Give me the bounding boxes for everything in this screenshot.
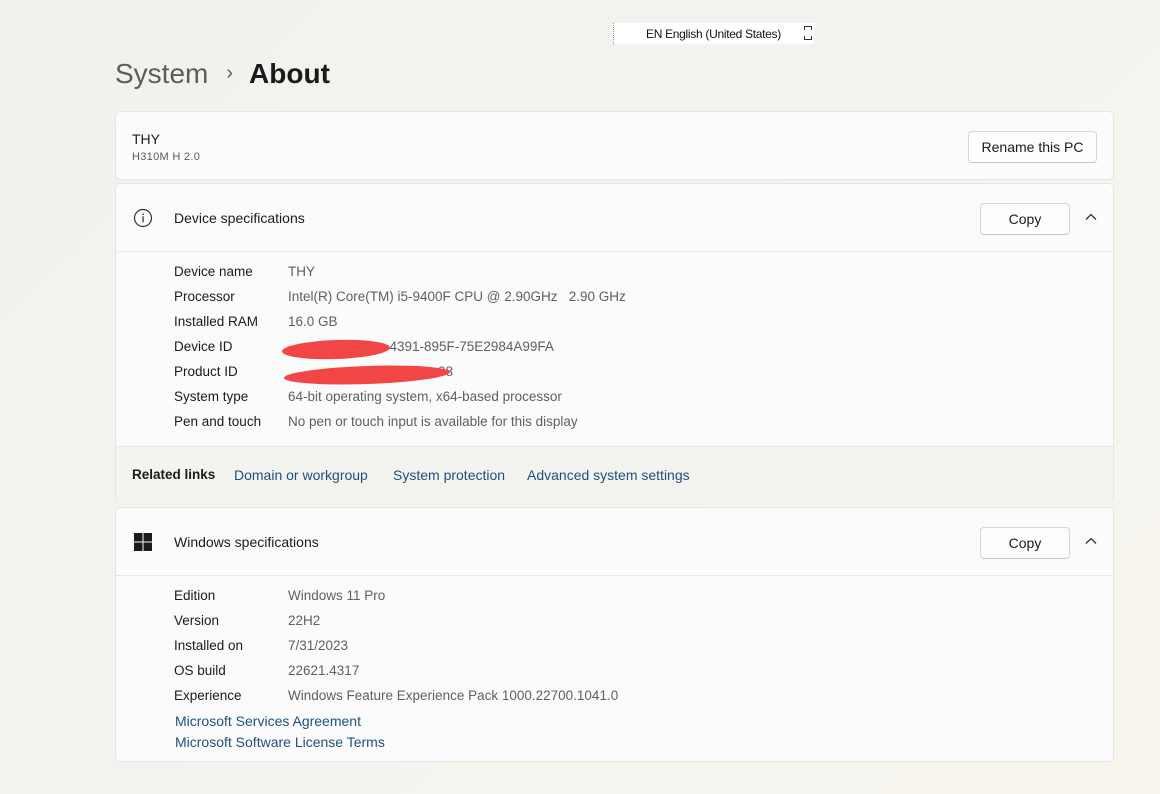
section-title: Device specifications (174, 210, 305, 226)
spec-label: Edition (174, 588, 216, 603)
spec-label: Installed RAM (174, 314, 259, 329)
windows-specifications-card: Windows specifications Copy Edition Wind… (115, 507, 1114, 762)
microsoft-services-agreement-link[interactable]: Microsoft Services Agreement (175, 713, 385, 734)
copy-device-specs-button[interactable]: Copy (980, 203, 1070, 235)
redaction-mark (281, 338, 391, 361)
spec-label: OS build (174, 663, 226, 678)
related-links-label: Related links (132, 467, 216, 482)
pc-model: H310M H 2.0 (132, 151, 201, 163)
spec-label: Device ID (174, 339, 233, 354)
spec-value: 7/31/2023 (288, 638, 349, 653)
pc-name-card: THY H310M H 2.0 Rename this PC (115, 111, 1114, 180)
chevron-up-icon[interactable] (1084, 534, 1098, 548)
chevron-up-icon[interactable] (1084, 210, 1098, 224)
windows-links: Microsoft Services Agreement Microsoft S… (175, 713, 385, 755)
device-specifications-header[interactable]: Device specifications Copy (116, 184, 1113, 252)
spec-value: THY (288, 264, 315, 279)
info-icon (133, 208, 153, 228)
spec-value: Intel(R) Core(TM) i5-9400F CPU @ 2.90GHz… (288, 289, 626, 304)
spec-label: Installed on (174, 638, 244, 653)
spec-label: Version (174, 613, 220, 628)
spec-label: Device name (174, 264, 253, 279)
pc-name: THY (132, 131, 160, 147)
language-label: EN English (United States) (646, 27, 781, 41)
windows-specifications-header[interactable]: Windows specifications Copy (116, 508, 1113, 576)
section-title: Windows specifications (174, 534, 319, 550)
breadcrumb: System › About (115, 58, 330, 90)
spec-value: 16.0 GB (288, 314, 338, 329)
domain-or-workgroup-link[interactable]: Domain or workgroup (234, 467, 368, 483)
chevron-right-icon: › (226, 61, 234, 84)
copy-windows-specs-button[interactable]: Copy (980, 527, 1070, 559)
spec-label: System type (174, 389, 249, 404)
spec-value: No pen or touch input is available for t… (288, 414, 578, 429)
device-specifications-card: Device specifications Copy Device name T… (115, 183, 1114, 503)
spec-value: Windows 11 Pro (288, 588, 386, 603)
microsoft-software-license-terms-link[interactable]: Microsoft Software License Terms (175, 734, 385, 755)
spec-value: -4391-895F-75E2984A99FA (385, 339, 554, 354)
spec-value: Windows Feature Experience Pack 1000.227… (288, 688, 619, 703)
page-title: About (249, 58, 330, 89)
spec-label: Product ID (174, 364, 238, 379)
windows-logo-icon (134, 533, 152, 551)
spec-label: Experience (174, 688, 242, 703)
expand-icon[interactable] (804, 26, 812, 40)
related-links: Related links Domain or workgroup System… (116, 446, 1113, 503)
language-indicator[interactable]: EN English (United States) (613, 23, 814, 44)
rename-pc-button[interactable]: Rename this PC (968, 131, 1097, 163)
advanced-system-settings-link[interactable]: Advanced system settings (527, 467, 690, 483)
spec-value: 22H2 (288, 613, 321, 628)
spec-label: Processor (174, 289, 235, 304)
spec-label: Pen and touch (174, 414, 262, 429)
redaction-mark (283, 363, 451, 387)
spec-value: 64-bit operating system, x64-based proce… (288, 389, 562, 404)
system-protection-link[interactable]: System protection (393, 467, 505, 483)
breadcrumb-system[interactable]: System (115, 58, 208, 90)
spec-value: 22621.4317 (288, 663, 360, 678)
